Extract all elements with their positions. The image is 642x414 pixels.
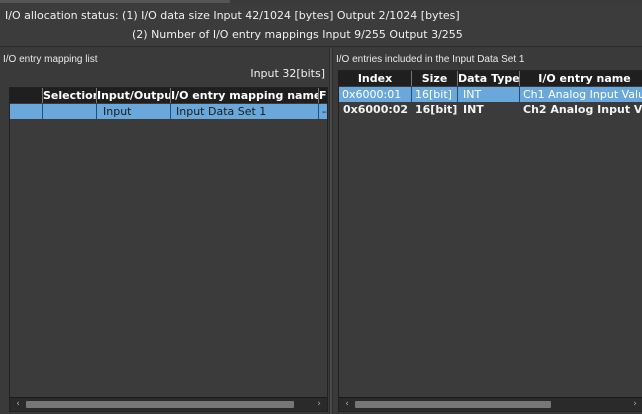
column-header-mapping-name[interactable]: I/O entry mapping name xyxy=(170,88,318,103)
scroll-right-icon[interactable]: › xyxy=(313,398,325,411)
column-header-selection[interactable]: Selection xyxy=(42,88,96,103)
status-line-data-size: I/O allocation status: (1) I/O data size… xyxy=(5,9,460,22)
column-header-blank[interactable] xyxy=(10,88,42,103)
selection-cell[interactable] xyxy=(42,104,96,119)
column-header-index[interactable]: Index xyxy=(339,71,411,86)
status-line-mapping-count: (2) Number of I/O entry mappings Input 9… xyxy=(132,28,463,41)
data-type-cell[interactable]: INT xyxy=(457,102,519,117)
scrollbar-thumb[interactable] xyxy=(355,401,551,408)
column-header-data-type[interactable]: Data Type xyxy=(457,71,519,86)
scroll-left-icon[interactable]: ‹ xyxy=(12,398,24,411)
input-bits-label: Input 32[bits] xyxy=(250,67,325,80)
io-allocation-status: I/O allocation status: (1) I/O data size… xyxy=(0,4,642,47)
table-row[interactable]: 0x6000:01 16[bit] INT Ch1 Analog Input V… xyxy=(339,87,642,102)
table-header: Index Size Data Type I/O entry name xyxy=(339,71,642,86)
data-type-cell[interactable]: INT xyxy=(457,87,519,102)
table-row[interactable]: Input Input Data Set 1 -- xyxy=(10,104,327,119)
panel-title: I/O entry mapping list xyxy=(3,54,98,65)
entry-name-cell[interactable]: Ch1 Analog Input Value xyxy=(519,87,642,102)
size-cell[interactable]: 16[bit] xyxy=(411,102,457,117)
column-header-input-output[interactable]: Input/Output xyxy=(96,88,170,103)
column-header-entry-name[interactable]: I/O entry name xyxy=(519,71,642,86)
column-header-size[interactable]: Size xyxy=(411,71,457,86)
column-header-flag[interactable]: Fla xyxy=(318,88,327,103)
scroll-right-icon[interactable]: › xyxy=(629,398,641,411)
io-entries-table: Index Size Data Type I/O entry name 0x60… xyxy=(338,70,642,412)
table-row[interactable]: 0x6000:02 16[bit] INT Ch2 Analog Input V… xyxy=(339,102,642,117)
index-cell[interactable]: 0x6000:02 xyxy=(339,102,411,117)
flag-cell[interactable]: -- xyxy=(318,104,327,119)
panel-title: I/O entries included in the Input Data S… xyxy=(336,54,525,65)
scroll-left-icon[interactable]: ‹ xyxy=(341,398,353,411)
table-header: Selection Input/Output I/O entry mapping… xyxy=(10,88,327,103)
size-cell[interactable]: 16[bit] xyxy=(411,87,457,102)
io-cell[interactable]: Input xyxy=(96,104,170,119)
scrollbar-thumb[interactable] xyxy=(26,401,294,408)
horizontal-scrollbar[interactable]: ‹ › xyxy=(10,397,327,411)
io-entry-mapping-panel: I/O entry mapping list Input 32[bits] Se… xyxy=(0,48,329,414)
row-marker-cell xyxy=(10,104,42,119)
mapping-name-cell[interactable]: Input Data Set 1 xyxy=(170,104,318,119)
horizontal-scrollbar[interactable]: ‹ › xyxy=(339,397,642,411)
io-entries-panel: I/O entries included in the Input Data S… xyxy=(333,48,642,414)
top-edge-bar xyxy=(0,0,230,3)
mapping-table: Selection Input/Output I/O entry mapping… xyxy=(9,87,328,412)
entry-name-cell[interactable]: Ch2 Analog Input Value xyxy=(519,102,642,117)
index-cell[interactable]: 0x6000:01 xyxy=(339,87,411,102)
